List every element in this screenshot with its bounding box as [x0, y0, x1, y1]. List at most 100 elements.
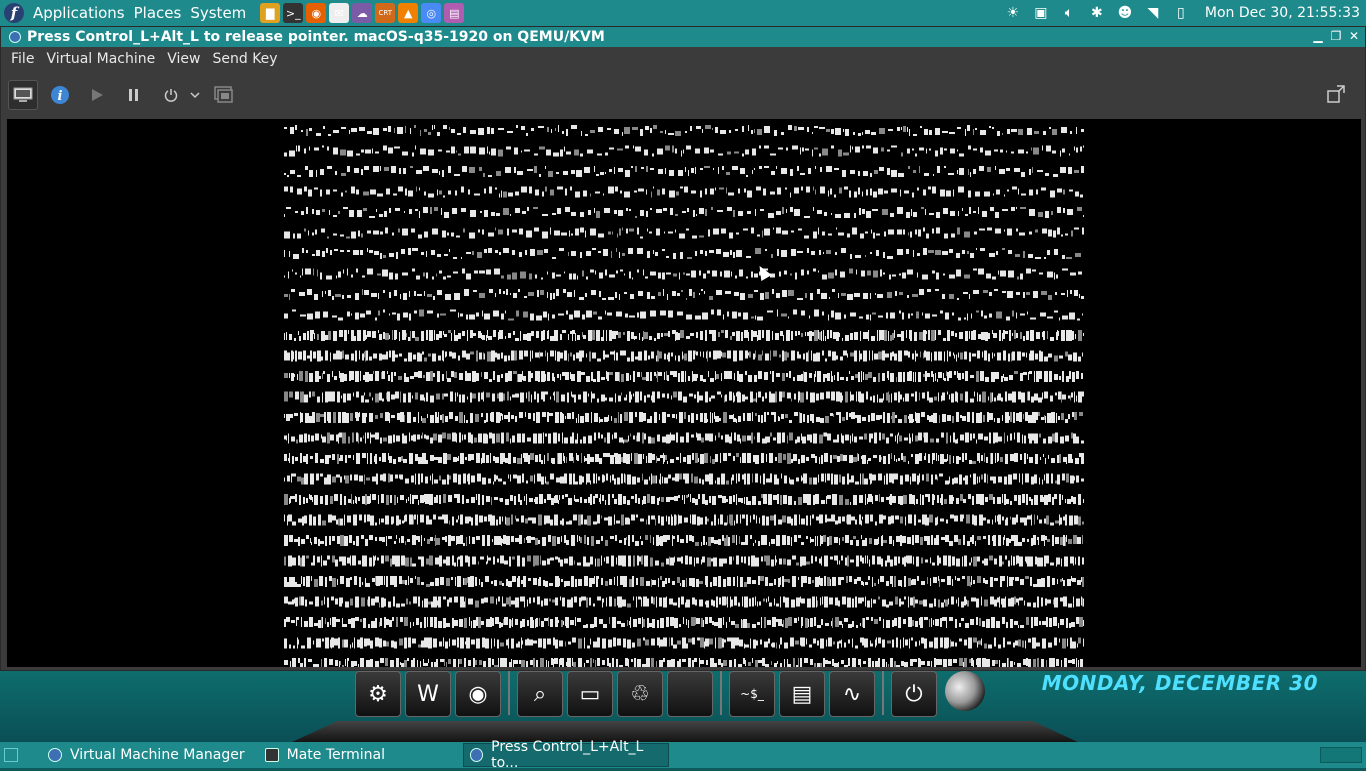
- noise-pixel: [766, 454, 767, 462]
- noise-pixel: [1069, 153, 1070, 156]
- volume-icon[interactable]: 🔈︎: [1059, 4, 1079, 22]
- noise-pixel: [1042, 228, 1047, 234]
- mail-launcher-icon[interactable]: ✉: [329, 3, 350, 23]
- noise-pixel: [1009, 577, 1013, 586]
- noise-pixel: [642, 500, 643, 505]
- noise-pixel: [426, 392, 428, 402]
- noise-pixel: [490, 596, 494, 604]
- vlc-launcher-icon[interactable]: ▲: [398, 3, 419, 23]
- noise-pixel: [633, 371, 635, 382]
- brightness-icon[interactable]: ☀: [1003, 4, 1023, 22]
- applications-menu[interactable]: Applications: [33, 4, 125, 22]
- noise-pixel: [901, 453, 903, 460]
- wifi-icon[interactable]: ◥: [1143, 4, 1163, 22]
- menu-send-key[interactable]: Send Key: [212, 51, 277, 67]
- noise-pixel: [897, 334, 901, 337]
- noise-pixel: [522, 371, 523, 380]
- places-menu[interactable]: Places: [134, 4, 182, 22]
- noise-pixel: [382, 398, 384, 402]
- noise-pixel: [740, 168, 745, 174]
- noise-pixel: [349, 371, 351, 381]
- menu-virtual-machine[interactable]: Virtual Machine: [46, 51, 155, 67]
- pause-button[interactable]: [119, 80, 149, 110]
- noise-pixel: [356, 453, 358, 464]
- fedora-logo-icon[interactable]: f: [4, 3, 24, 23]
- noise-pixel: [973, 330, 976, 340]
- window-title-bar[interactable]: Press Control_L+Alt_L to release pointer…: [1, 27, 1365, 47]
- noise-pixel: [521, 186, 527, 193]
- noise-pixel: [870, 514, 873, 522]
- noise-pixel: [708, 537, 711, 546]
- noise-pixel: [442, 170, 444, 177]
- noise-pixel: [1013, 556, 1015, 566]
- noise-pixel: [842, 596, 846, 605]
- fullscreen-button[interactable]: [1323, 81, 1349, 107]
- noise-pixel: [777, 187, 781, 195]
- maximize-button[interactable]: ❐: [1329, 29, 1343, 43]
- system-menu[interactable]: System: [190, 4, 246, 22]
- noise-pixel: [1034, 393, 1038, 401]
- noise-pixel: [983, 536, 986, 539]
- noise-pixel: [764, 412, 766, 422]
- clock[interactable]: Mon Dec 30, 21:55:33: [1205, 5, 1360, 21]
- noise-pixel: [1065, 537, 1066, 546]
- noise-pixel: [437, 600, 438, 606]
- noise-pixel: [359, 127, 365, 131]
- noise-pixel: [442, 414, 444, 423]
- bluetooth-icon[interactable]: ✱: [1087, 4, 1107, 22]
- noise-pixel: [575, 617, 576, 626]
- noise-pixel: [614, 577, 615, 585]
- noise-pixel: [1065, 419, 1068, 423]
- close-button[interactable]: ✕: [1347, 29, 1361, 43]
- shutdown-button[interactable]: [156, 80, 186, 110]
- menu-file[interactable]: File: [11, 51, 34, 67]
- run-button[interactable]: [82, 80, 112, 110]
- noise-pixel: [738, 498, 741, 502]
- noise-pixel: [541, 371, 545, 382]
- noise-pixel: [923, 432, 924, 438]
- crt-launcher-icon[interactable]: CRT: [375, 3, 396, 23]
- noise-pixel: [733, 414, 734, 422]
- chat-launcher-icon[interactable]: ☁: [352, 3, 373, 23]
- screenshot-icon[interactable]: ▣: [1031, 4, 1051, 22]
- noise-pixel: [892, 496, 896, 503]
- terminal-launcher-icon[interactable]: >_: [283, 3, 304, 23]
- noise-pixel: [981, 332, 985, 340]
- noise-pixel: [547, 331, 548, 339]
- vm-console-display[interactable]: [7, 119, 1361, 667]
- noise-pixel: [437, 371, 440, 382]
- noise-pixel: [300, 412, 301, 423]
- noise-pixel: [427, 539, 430, 544]
- snapshots-button[interactable]: [209, 80, 239, 110]
- update-icon[interactable]: ☻: [1115, 4, 1135, 22]
- notes-launcher-icon[interactable]: ▤: [444, 3, 465, 23]
- noise-pixel: [574, 394, 576, 403]
- noise-pixel: [869, 350, 870, 361]
- noise-pixel: [705, 638, 709, 647]
- firefox-launcher-icon[interactable]: ◉: [306, 3, 327, 23]
- chrome-launcher-icon[interactable]: ◎: [421, 3, 442, 23]
- noise-pixel: [658, 272, 661, 279]
- details-view-button[interactable]: i: [45, 80, 75, 110]
- noise-pixel: [836, 332, 837, 341]
- noise-pixel: [960, 434, 964, 441]
- noise-pixel: [898, 173, 904, 177]
- noise-pixel: [951, 596, 954, 605]
- minimize-button[interactable]: ▁: [1311, 29, 1325, 43]
- noise-pixel: [731, 477, 732, 485]
- noise-pixel: [304, 473, 308, 485]
- folder-launcher-icon[interactable]: ▇: [260, 3, 281, 23]
- noise-pixel: [649, 231, 652, 234]
- menu-view[interactable]: View: [167, 51, 200, 67]
- noise-pixel: [612, 617, 616, 628]
- noise-pixel: [351, 128, 357, 132]
- noise-pixel: [800, 392, 804, 403]
- noise-pixel: [650, 168, 654, 170]
- battery-icon[interactable]: ▯: [1171, 4, 1191, 22]
- console-view-button[interactable]: [8, 80, 38, 110]
- noise-pixel: [903, 372, 905, 382]
- noise-pixel: [599, 272, 603, 279]
- noise-pixel: [382, 537, 385, 542]
- noise-pixel: [939, 415, 940, 423]
- shutdown-menu-button[interactable]: [188, 80, 202, 110]
